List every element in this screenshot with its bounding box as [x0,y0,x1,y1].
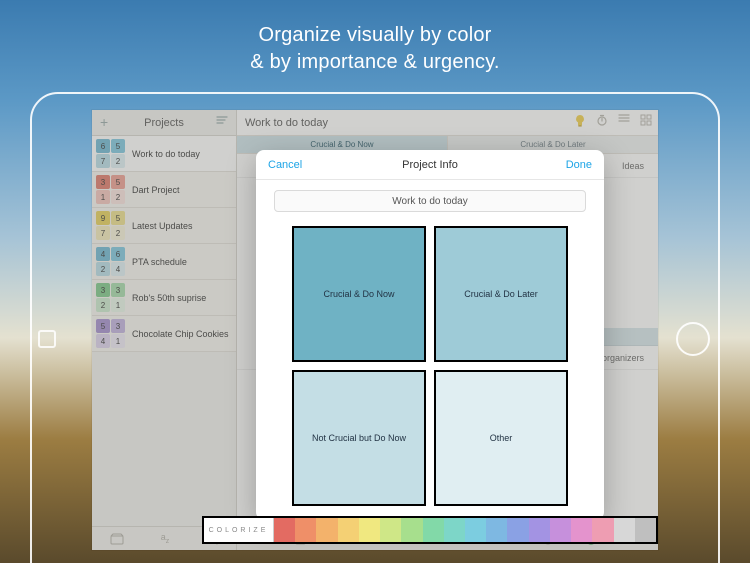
cancel-button[interactable]: Cancel [268,159,302,171]
ipad-home-indicator-left [38,330,56,348]
colorize-label: COLORIZE [204,518,274,542]
color-swatch[interactable] [592,518,613,542]
color-swatch[interactable] [359,518,380,542]
project-name-input[interactable] [274,190,586,212]
color-swatch[interactable] [295,518,316,542]
headline-line-2: & by importance & urgency. [0,49,750,76]
modal-header: Cancel Project Info Done [256,150,604,180]
color-swatch[interactable] [571,518,592,542]
marketing-headline: Organize visually by color & by importan… [0,22,750,76]
quadrant-tile[interactable]: Crucial & Do Later [434,226,568,362]
app-screen: + Projects 6572Work to do today3512Dart … [92,110,658,550]
color-swatch[interactable] [316,518,337,542]
project-info-modal: Cancel Project Info Done Crucial & Do No… [256,150,604,520]
color-swatch[interactable] [507,518,528,542]
colorize-palette: COLORIZE [202,516,658,544]
color-swatch[interactable] [465,518,486,542]
color-swatch[interactable] [423,518,444,542]
quadrant-tile[interactable]: Other [434,370,568,506]
color-swatch[interactable] [486,518,507,542]
quadrant-tile[interactable]: Crucial & Do Now [292,226,426,362]
headline-line-1: Organize visually by color [0,22,750,49]
color-swatch[interactable] [529,518,550,542]
color-swatch[interactable] [614,518,635,542]
quadrant-tile[interactable]: Not Crucial but Do Now [292,370,426,506]
done-button[interactable]: Done [566,159,592,171]
color-swatch[interactable] [550,518,571,542]
color-swatch[interactable] [338,518,359,542]
color-swatch[interactable] [635,518,656,542]
color-swatch[interactable] [274,518,295,542]
color-swatch[interactable] [380,518,401,542]
color-swatch[interactable] [401,518,422,542]
color-swatch[interactable] [444,518,465,542]
modal-title: Project Info [402,159,458,171]
ipad-home-button[interactable] [676,322,710,356]
